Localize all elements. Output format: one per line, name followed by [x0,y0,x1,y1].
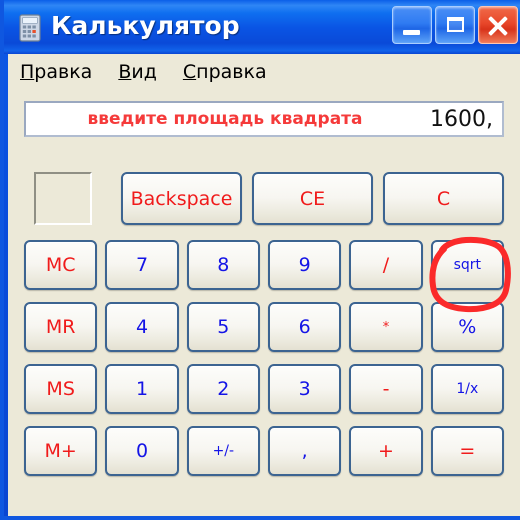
clear-entry-button[interactable]: CE [252,172,373,225]
digit-2-button[interactable]: 2 [186,364,260,414]
digit-6-button[interactable]: 6 [268,302,342,352]
calculator-icon [18,14,44,42]
client-area: Правка Вид Справка введите площадь квадр… [8,54,520,516]
maximize-icon[interactable] [435,6,475,44]
display-value: 1600, [430,106,493,132]
menu-mnemonic: С [182,61,197,83]
memory-add-button[interactable]: M+ [24,426,98,476]
display-field[interactable]: введите площадь квадрата 1600, [24,101,504,137]
menu-label: правка [196,61,267,83]
digit-5-button[interactable]: 5 [186,302,260,352]
sqrt-button[interactable]: sqrt [430,240,504,290]
decimal-button[interactable]: , [268,426,342,476]
menu-mnemonic: В [118,61,132,83]
digit-7-button[interactable]: 7 [105,240,179,290]
top-action-row: Backspace CE C [121,172,504,225]
subtract-button[interactable]: - [349,364,423,414]
percent-button[interactable]: % [430,302,504,352]
memory-recall-button[interactable]: MR [24,302,98,352]
digit-1-button[interactable]: 1 [105,364,179,414]
sign-toggle-button[interactable]: +/- [186,426,260,476]
window-controls [392,6,518,44]
menu-item-edit[interactable]: Правка [20,61,92,83]
menu-item-view[interactable]: Вид [118,61,157,83]
digit-3-button[interactable]: 3 [268,364,342,414]
window-title: Калькулятор [51,11,240,40]
clear-button[interactable]: C [383,172,504,225]
menu-bar: Правка Вид Справка [8,54,520,90]
menu-item-help[interactable]: Справка [183,61,267,83]
menu-label: равка [34,61,93,83]
backspace-button[interactable]: Backspace [121,172,242,225]
equals-button[interactable]: = [430,426,504,476]
digit-0-button[interactable]: 0 [105,426,179,476]
multiply-button[interactable]: * [349,302,423,352]
digit-4-button[interactable]: 4 [105,302,179,352]
menu-mnemonic: П [20,61,35,83]
minimize-icon[interactable] [392,6,432,44]
digit-8-button[interactable]: 8 [186,240,260,290]
reciprocal-button[interactable]: 1/x [430,364,504,414]
memory-store-button[interactable]: MS [24,364,98,414]
title-bar[interactable]: Калькулятор [4,0,520,54]
menu-label: ид [131,61,157,83]
memory-clear-button[interactable]: MC [24,240,98,290]
memory-indicator [34,172,92,225]
close-icon[interactable] [478,6,518,44]
calculator-window: Калькулятор Правка Вид Справка введите п… [0,0,520,520]
digit-9-button[interactable]: 9 [268,240,342,290]
keypad-grid: MC 7 8 9 / sqrt MR 4 5 6 * % MS 1 2 3 - … [24,240,504,476]
add-button[interactable]: + [349,426,423,476]
divide-button[interactable]: / [349,240,423,290]
